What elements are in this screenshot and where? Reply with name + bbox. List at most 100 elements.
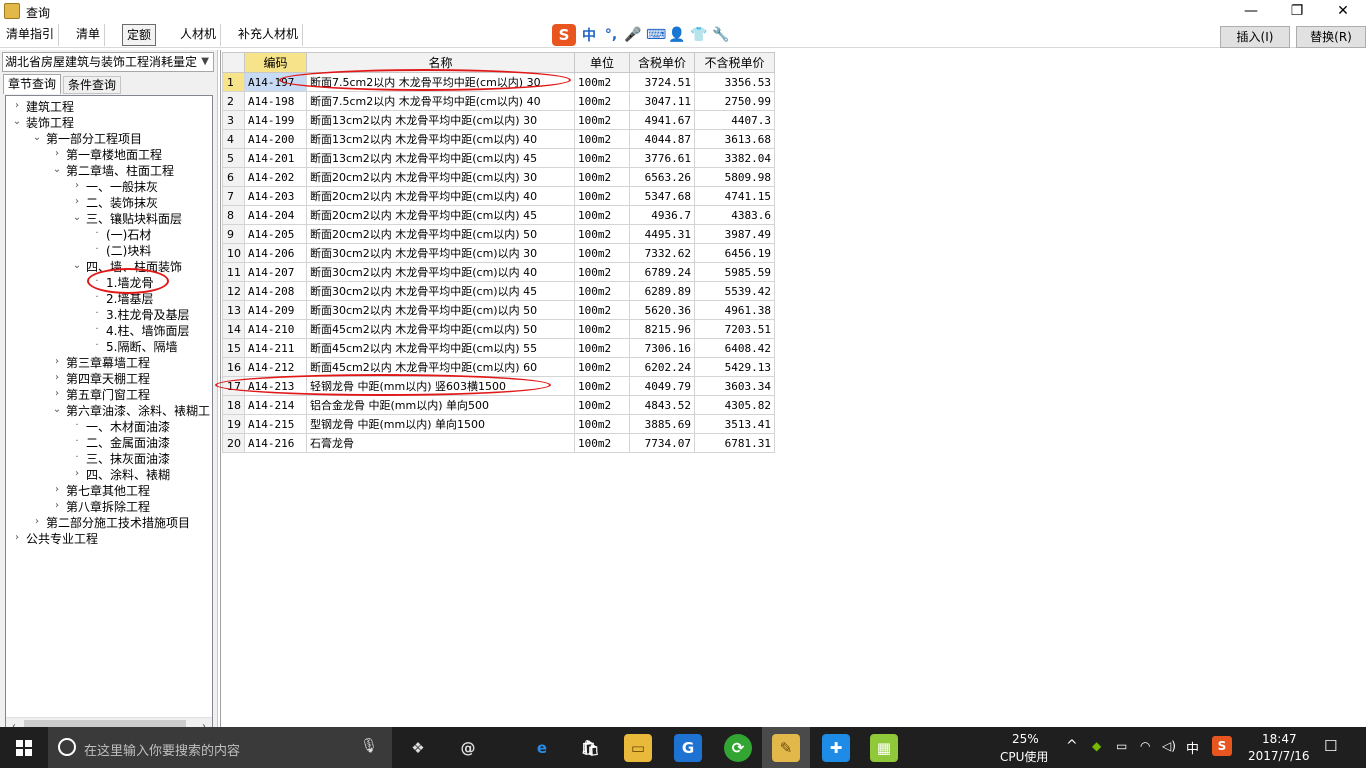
row-number[interactable]: 1 (222, 72, 245, 92)
table-row[interactable]: 3 A14-199 断面13cm2以内 木龙骨平均中距(cm以内) 30 100m2 4… (222, 110, 775, 130)
chevron-right-icon[interactable]: › (12, 100, 22, 111)
tax-included-price-cell[interactable]: 4843.52 (629, 395, 695, 415)
unit-cell[interactable]: 100m2 (574, 262, 630, 282)
chevron-right-icon[interactable]: › (72, 180, 82, 191)
tax-included-price-cell[interactable]: 4936.7 (629, 205, 695, 225)
code-cell[interactable]: A14-205 (244, 224, 307, 244)
tax-included-price-cell[interactable]: 4049.79 (629, 376, 695, 396)
code-cell[interactable]: A14-198 (244, 91, 307, 111)
table-row[interactable]: 12 A14-208 断面30cm2以内 木龙骨平均中距(cm)以内 45 100m2… (222, 281, 775, 301)
tax-excluded-price-cell[interactable]: 2750.99 (694, 91, 775, 111)
row-number[interactable]: 11 (222, 262, 245, 282)
header-code[interactable]: 编码 (244, 52, 307, 73)
chevron-right-icon[interactable]: › (12, 532, 22, 543)
tree-item[interactable]: 第三章幕墙工程 (66, 355, 150, 371)
tree-item[interactable]: 建筑工程 (26, 99, 74, 115)
row-number[interactable]: 10 (222, 243, 245, 263)
tree-item[interactable]: (一)石材 (106, 227, 151, 243)
tab-labor-material[interactable]: 人材机 (176, 24, 222, 46)
tax-included-price-cell[interactable]: 8215.96 (629, 319, 695, 339)
table-row[interactable]: 19 A14-215 型钢龙骨 中距(mm以内) 单向1500 100m2 3885.6… (222, 414, 775, 434)
header-tax-included-price[interactable]: 含税单价 (629, 52, 695, 73)
row-number[interactable]: 12 (222, 281, 245, 301)
table-row[interactable]: 18 A14-214 铝合金龙骨 中距(mm以内) 单向500 100m2 4843.5… (222, 395, 775, 415)
chevron-right-icon[interactable]: › (52, 356, 62, 367)
unit-cell[interactable]: 100m2 (574, 205, 630, 225)
header-name[interactable]: 名称 (306, 52, 575, 73)
remote-app-icon[interactable]: ✚ (822, 734, 850, 762)
name-cell[interactable]: 断面20cm2以内 木龙骨平均中距(cm以内) 45 (306, 205, 575, 225)
unit-cell[interactable]: 100m2 (574, 414, 630, 434)
row-number[interactable]: 2 (222, 91, 245, 111)
minimize-button[interactable]: — (1228, 0, 1274, 22)
unit-cell[interactable]: 100m2 (574, 91, 630, 111)
tax-included-price-cell[interactable]: 7306.16 (629, 338, 695, 358)
row-number[interactable]: 7 (222, 186, 245, 206)
name-cell[interactable]: 断面13cm2以内 木龙骨平均中距(cm以内) 45 (306, 148, 575, 168)
tax-excluded-price-cell[interactable]: 7203.51 (694, 319, 775, 339)
code-cell[interactable]: A14-214 (244, 395, 307, 415)
tax-excluded-price-cell[interactable]: 6781.31 (694, 433, 775, 453)
chevron-right-icon[interactable]: › (52, 388, 62, 399)
chevron-down-icon[interactable]: ⌄ (52, 404, 62, 415)
table-row[interactable]: 6 A14-202 断面20cm2以内 木龙骨平均中距(cm以内) 30 100m2 6… (222, 167, 775, 187)
tax-included-price-cell[interactable]: 3776.61 (629, 148, 695, 168)
tax-included-price-cell[interactable]: 3047.11 (629, 91, 695, 111)
tree-item[interactable]: 第二章墙、柱面工程 (66, 163, 174, 179)
table-row[interactable]: 1 A14-197 断面7.5cm2以内 木龙骨平均中距(cm以内) 30 100m2… (222, 72, 775, 92)
table-row[interactable]: 4 A14-200 断面13cm2以内 木龙骨平均中距(cm以内) 40 100m2 4… (222, 129, 775, 149)
show-hidden-icons-icon[interactable]: ^ (1066, 738, 1078, 754)
code-cell[interactable]: A14-204 (244, 205, 307, 225)
tree-item[interactable]: 二、装饰抹灰 (86, 195, 158, 211)
chevron-right-icon[interactable]: › (72, 196, 82, 207)
app-swirl-icon[interactable]: @ (454, 734, 482, 762)
ime-skin-icon[interactable]: 👕 (690, 27, 708, 43)
ime-tools-icon[interactable]: 🔧 (712, 27, 730, 43)
microphone-icon[interactable]: 🎙 (360, 738, 378, 754)
name-cell[interactable]: 断面20cm2以内 木龙骨平均中距(cm以内) 30 (306, 167, 575, 187)
code-cell[interactable]: A14-206 (244, 243, 307, 263)
tree-item[interactable]: 第八章拆除工程 (66, 499, 150, 515)
tree-item[interactable]: 2.墙基层 (106, 291, 153, 307)
code-cell[interactable]: A14-216 (244, 433, 307, 453)
chevron-right-icon[interactable]: › (52, 372, 62, 383)
table-row[interactable]: 13 A14-209 断面30cm2以内 木龙骨平均中距(cm)以内 50 100m2… (222, 300, 775, 320)
name-cell[interactable]: 断面45cm2以内 木龙骨平均中距(cm以内) 60 (306, 357, 575, 377)
chevron-right-icon[interactable]: › (32, 516, 42, 527)
unit-cell[interactable]: 100m2 (574, 243, 630, 263)
unit-cell[interactable]: 100m2 (574, 224, 630, 244)
table-row[interactable]: 11 A14-207 断面30cm2以内 木龙骨平均中距(cm)以内 40 100m2… (222, 262, 775, 282)
unit-cell[interactable]: 100m2 (574, 281, 630, 301)
name-cell[interactable]: 断面30cm2以内 木龙骨平均中距(cm)以内 30 (306, 243, 575, 263)
name-cell[interactable]: 断面7.5cm2以内 木龙骨平均中距(cm以内) 30 (306, 72, 575, 92)
tree-item[interactable]: 第五章门窗工程 (66, 387, 150, 403)
tax-excluded-price-cell[interactable]: 3356.53 (694, 72, 775, 92)
row-number[interactable]: 13 (222, 300, 245, 320)
tax-excluded-price-cell[interactable]: 4741.15 (694, 186, 775, 206)
table-row[interactable]: 16 A14-212 断面45cm2以内 木龙骨平均中距(cm以内) 60 100m2… (222, 357, 775, 377)
tree-item[interactable]: 三、镶贴块料面层 (86, 211, 182, 227)
code-cell[interactable]: A14-197 (244, 72, 307, 92)
ime-punctuation-icon[interactable]: °, (602, 27, 620, 43)
tax-included-price-cell[interactable]: 4044.87 (629, 129, 695, 149)
table-row[interactable]: 14 A14-210 断面45cm2以内 木龙骨平均中距(cm以内) 50 100m2… (222, 319, 775, 339)
table-row[interactable]: 7 A14-203 断面20cm2以内 木龙骨平均中距(cm以内) 40 100m2 5… (222, 186, 775, 206)
glodon-icon[interactable]: G (674, 734, 702, 762)
row-number[interactable]: 17 (222, 376, 245, 396)
row-number[interactable]: 3 (222, 110, 245, 130)
unit-cell[interactable]: 100m2 (574, 395, 630, 415)
tree-item[interactable]: 第二部分施工技术措施项目 (46, 515, 190, 531)
row-number[interactable]: 15 (222, 338, 245, 358)
close-button[interactable]: ✕ (1320, 0, 1366, 22)
tree-item[interactable]: 四、涂料、裱糊 (86, 467, 170, 483)
store-icon[interactable]: 🛍 (576, 734, 604, 762)
ime-chinese-mode-icon[interactable]: 中 (580, 25, 598, 45)
tax-included-price-cell[interactable]: 4941.67 (629, 110, 695, 130)
tree-item[interactable]: 装饰工程 (26, 115, 74, 131)
start-button[interactable] (0, 727, 48, 768)
tax-included-price-cell[interactable]: 6789.24 (629, 262, 695, 282)
restore-button[interactable]: ❐ (1274, 0, 1320, 22)
tax-included-price-cell[interactable]: 4495.31 (629, 224, 695, 244)
chevron-right-icon[interactable]: › (52, 500, 62, 511)
taskbar-search-box[interactable]: 在这里输入你要搜索的内容 🎙 (48, 727, 392, 768)
